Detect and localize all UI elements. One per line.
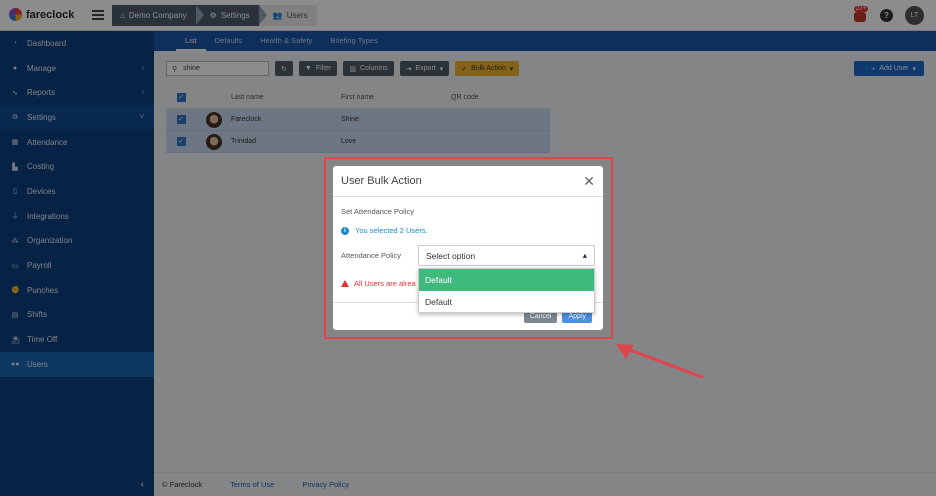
dropdown-option-default[interactable]: Default (419, 291, 594, 313)
attendance-policy-dropdown: Default Default (418, 268, 595, 313)
dropdown-option-default-highlighted[interactable]: Default (419, 269, 594, 291)
annotation-arrow-icon (616, 344, 704, 379)
